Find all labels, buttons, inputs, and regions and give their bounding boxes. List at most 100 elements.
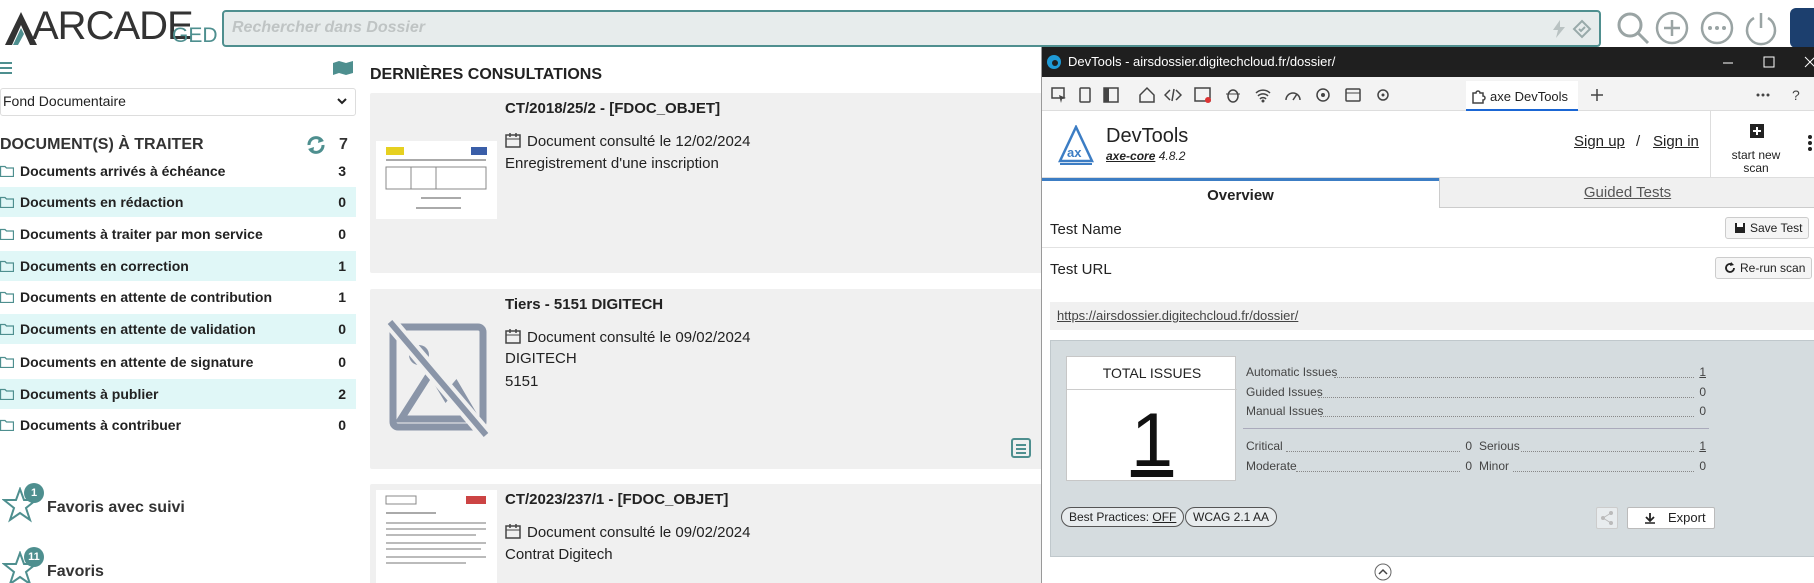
issues-panel: TOTAL ISSUES 1 Automatic Issues 1 Guided … (1050, 340, 1814, 557)
todo-row[interactable]: Documents à publier 2 (0, 379, 356, 409)
fond-select[interactable]: Fond Documentaire (0, 88, 356, 116)
favorites-followed[interactable]: 1 Favoris avec suivi (0, 481, 356, 531)
sidebar-icon[interactable] (1102, 86, 1120, 104)
axe-version-number: 4.8.2 (1158, 149, 1186, 163)
refresh-icon[interactable] (305, 134, 327, 156)
search-input[interactable] (232, 19, 1532, 37)
todo-row[interactable]: Documents en attente de validation 0 (0, 314, 356, 344)
add-tab-icon[interactable] (1588, 86, 1606, 104)
svg-text:?: ? (1792, 87, 1800, 103)
puzzle-icon (1472, 90, 1486, 104)
todo-row[interactable]: Documents en correction 1 (0, 251, 356, 281)
todo-row-count: 0 (338, 226, 346, 242)
home-icon[interactable] (1138, 86, 1156, 104)
folder-icon (0, 356, 14, 368)
more-options-icon[interactable] (1754, 86, 1772, 104)
share-icon (1601, 511, 1613, 525)
power-icon[interactable] (1742, 9, 1780, 47)
tab-overview[interactable]: Overview (1042, 178, 1439, 208)
todo-row[interactable]: Documents arrivés à échéance 3 (0, 156, 356, 186)
close-icon[interactable] (1804, 56, 1814, 68)
svg-text:ax: ax (1067, 145, 1082, 160)
guided-count: 0 (1699, 385, 1706, 399)
tab-axe-devtools[interactable]: axe DevTools (1466, 81, 1578, 111)
clear-icon[interactable] (1572, 19, 1592, 39)
favorites[interactable]: 11 Favoris (0, 545, 356, 583)
document-thumbnail (376, 141, 497, 219)
todo-row[interactable]: Documents en attente de signature 0 (0, 347, 356, 377)
test-url-link[interactable]: https://airsdossier.digitechcloud.fr/dos… (1057, 308, 1298, 323)
guided-issues-row: Guided Issues 0 (1246, 385, 1706, 399)
device-icon[interactable] (1076, 86, 1094, 104)
save-test-button[interactable]: Save Test (1725, 217, 1810, 239)
wifi-icon[interactable] (1254, 86, 1272, 104)
automatic-count[interactable]: 1 (1699, 365, 1706, 379)
lightning-icon[interactable] (1552, 20, 1566, 38)
more-icon[interactable] (1698, 9, 1736, 47)
map-icon[interactable] (332, 60, 354, 76)
logo-subtext: GED (172, 24, 218, 47)
recent-card[interactable]: CT/2023/237/1 - [FDOC_OBJET] Document co… (370, 484, 1060, 583)
export-label: Export (1668, 510, 1706, 525)
avatar[interactable] (1790, 8, 1814, 48)
maximize-icon[interactable] (1763, 56, 1775, 68)
todo-row[interactable]: Documents à contribuer 0 (0, 410, 356, 440)
todo-row-label: Documents arrivés à échéance (20, 163, 226, 179)
share-button[interactable] (1596, 507, 1618, 529)
todo-row-label: Documents en correction (20, 258, 189, 274)
serious-count[interactable]: 1 (1699, 439, 1706, 453)
card-title[interactable]: CT/2018/25/2 - [FDOC_OBJET] (505, 100, 720, 117)
minor-row: Minor 0 (1479, 459, 1706, 473)
elements-icon[interactable] (1164, 86, 1182, 104)
test-url-label: Test URL (1050, 261, 1112, 278)
devtools-titlebar: DevTools - airsdossier.digitechcloud.fr/… (1042, 47, 1814, 77)
todo-row-count: 1 (338, 289, 346, 305)
recent-card[interactable]: Tiers - 5151 DIGITECH Document consulté … (370, 289, 1060, 469)
favorites-followed-label: Favoris avec suivi (47, 499, 185, 516)
card-consulted: Document consulté le 09/02/2024 (527, 524, 751, 541)
save-icon (1735, 223, 1745, 233)
menu-icon[interactable] (0, 61, 12, 75)
start-new-scan-button[interactable]: start new scan (1710, 111, 1800, 178)
axe-core-link[interactable]: axe-core (1106, 149, 1155, 163)
total-issues-count[interactable]: 1 (1067, 397, 1237, 484)
application-icon[interactable] (1344, 86, 1362, 104)
performance-icon[interactable] (1284, 86, 1302, 104)
minor-label: Minor (1479, 459, 1510, 473)
devtools-toolbar: axe DevTools ? (1042, 77, 1814, 111)
tab-guided-tests[interactable]: Guided Tests (1439, 178, 1814, 208)
edge-icon (1047, 55, 1061, 69)
todo-row[interactable]: Documents à traiter par mon service 0 (0, 219, 356, 249)
rerun-scan-button[interactable]: Re-run scan (1715, 257, 1813, 279)
collapse-icon[interactable] (1373, 562, 1393, 582)
kebab-icon[interactable] (1807, 133, 1813, 153)
inspect-icon[interactable] (1050, 86, 1068, 104)
card-title[interactable]: CT/2023/237/1 - [FDOC_OBJET] (505, 491, 728, 508)
wcag-standard-pill[interactable]: WCAG 2.1 AA (1185, 507, 1278, 527)
card-title[interactable]: Tiers - 5151 DIGITECH (505, 296, 663, 313)
sign-up-link[interactable]: Sign up (1574, 133, 1625, 150)
settings-icon[interactable] (1374, 86, 1392, 104)
recent-card[interactable]: CT/2018/25/2 - [FDOC_OBJET] Document con… (370, 93, 1060, 273)
search-bar[interactable] (222, 10, 1601, 47)
list-icon[interactable] (1010, 437, 1032, 459)
card-consulted: Document consulté le 09/02/2024 (527, 329, 751, 346)
bug-icon[interactable] (1224, 86, 1242, 104)
axe-version: axe-core 4.8.2 (1106, 149, 1185, 163)
memory-icon[interactable] (1314, 86, 1332, 104)
search-icon[interactable] (1614, 9, 1652, 47)
axe-header: ax DevTools axe-core 4.8.2 Sign up / Sig… (1042, 111, 1814, 178)
guided-label: Guided Issues (1246, 385, 1323, 399)
export-button[interactable]: Export (1627, 507, 1715, 529)
arcade-logo[interactable]: ARCADE GED (4, 4, 218, 50)
sign-in-link[interactable]: Sign in (1653, 133, 1699, 150)
todo-row[interactable]: Documents en attente de contribution 1 (0, 282, 356, 312)
best-practices-toggle[interactable]: Best Practices: OFF (1061, 507, 1185, 527)
card-line: DIGITECH (505, 350, 577, 367)
todo-row[interactable]: Documents en rédaction 0 (0, 187, 356, 217)
console-icon[interactable] (1194, 86, 1212, 104)
add-icon[interactable] (1653, 9, 1691, 47)
manual-label: Manual Issues (1246, 404, 1324, 418)
minimize-icon[interactable] (1722, 57, 1734, 69)
help-icon[interactable]: ? (1787, 86, 1805, 104)
